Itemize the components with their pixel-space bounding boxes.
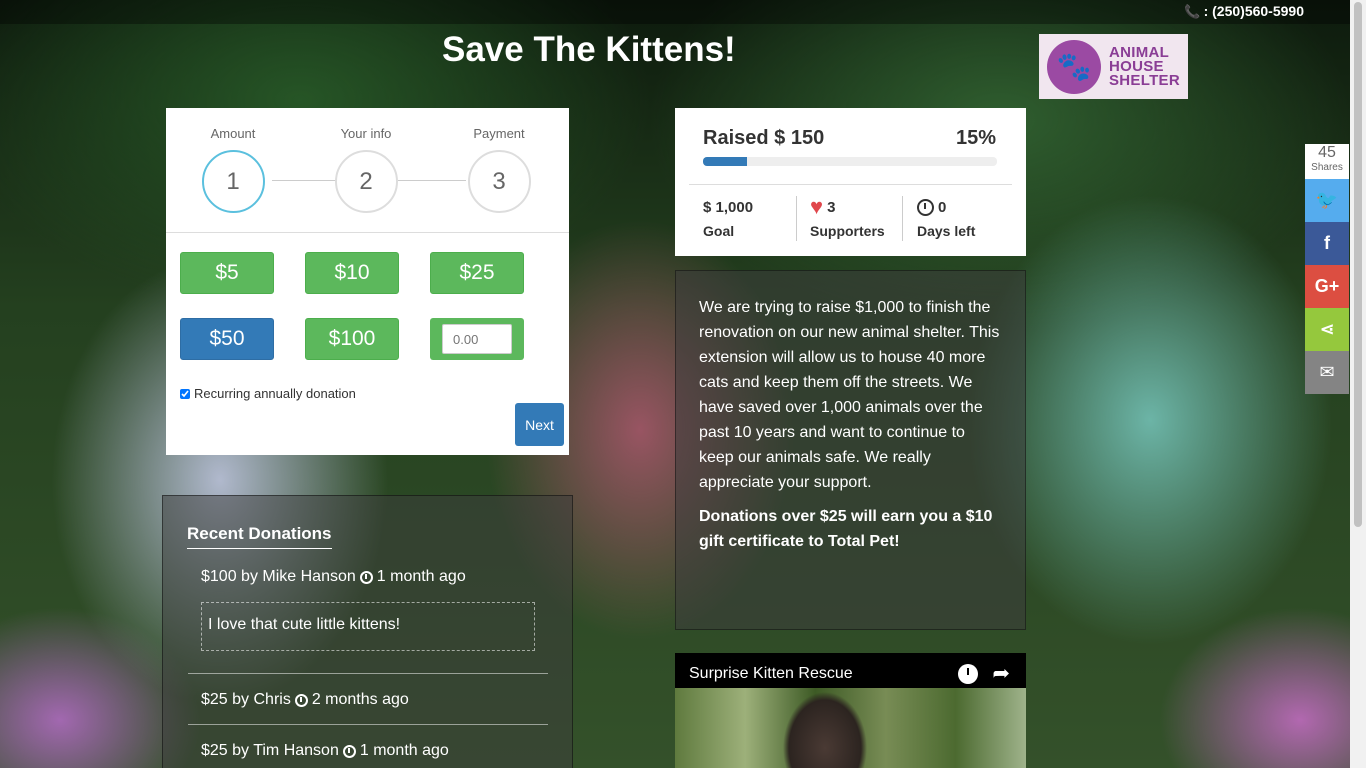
campaign-description: We are trying to raise $1,000 to finish …	[675, 270, 1026, 630]
donation-text: $25 by Tim Hanson	[201, 742, 339, 759]
donation-form: Amount 1 Your info 2 Payment 3 $5 $10 $2…	[166, 108, 569, 455]
supporters-label: Supporters	[810, 223, 885, 239]
stat-divider	[902, 196, 903, 241]
recurring-checkbox[interactable]	[180, 388, 190, 399]
facebook-share-button[interactable]: f	[1305, 222, 1349, 265]
share-count: 45 Shares	[1305, 144, 1349, 179]
days-left-label: Days left	[917, 223, 976, 239]
donation-time: 1 month ago	[376, 568, 466, 585]
phone-number[interactable]: 📞: (250)560-5990	[1184, 3, 1304, 20]
step-connector	[398, 180, 466, 181]
step-indicator: Amount 1 Your info 2 Payment 3	[166, 108, 569, 233]
paw-icon: 🐾	[1047, 39, 1101, 94]
donation-time: 2 months ago	[311, 691, 409, 708]
goal-stat: $ 1,000 Goal	[703, 196, 754, 240]
goal-value: $ 1,000	[703, 198, 754, 216]
page-title: Save The Kittens!	[442, 30, 736, 69]
scrollbar-thumb[interactable]	[1354, 2, 1362, 527]
amount-50-button[interactable]: $50	[180, 318, 274, 360]
share-share-button[interactable]: ⋖	[1305, 308, 1349, 351]
progress-bar-fill	[703, 157, 748, 166]
description-body: We are trying to raise $1,000 to finish …	[699, 299, 1000, 491]
fundraising-progress: Raised $ 150 15% $ 1,000 Goal ♥ 3 Support…	[675, 108, 1026, 256]
progress-bar	[703, 157, 997, 166]
watch-later-icon[interactable]	[958, 664, 978, 684]
next-button[interactable]: Next	[515, 403, 564, 446]
recent-donations-heading: Recent Donations	[187, 524, 332, 549]
donation-item: $100 by Mike Hanson 1 month ago	[201, 568, 466, 586]
heart-icon: ♥	[810, 194, 824, 219]
clock-icon	[917, 198, 934, 216]
supporters-value: 3	[827, 198, 836, 216]
share-count-value: 45	[1318, 144, 1336, 161]
facebook-icon: f	[1324, 233, 1330, 253]
step-number: 3	[467, 150, 531, 213]
donation-text: $100 by Mike Hanson	[201, 568, 356, 585]
amount-100-button[interactable]: $100	[305, 318, 399, 360]
video-player[interactable]: Surprise Kitten Rescue ➦	[675, 653, 1026, 768]
custom-amount-wrapper	[430, 318, 524, 360]
share-icon: ⋖	[1319, 319, 1335, 339]
share-buttons: 🐦 f G+ ⋖ ✉	[1305, 179, 1349, 394]
twitter-share-button[interactable]: 🐦	[1305, 179, 1349, 222]
google-plus-icon: G+	[1314, 276, 1340, 296]
recurring-label: Recurring annually donation	[194, 386, 356, 401]
step-amount[interactable]: Amount 1	[193, 126, 273, 213]
divider	[188, 673, 548, 674]
step-label: Payment	[473, 126, 525, 141]
step-label: Your info	[340, 126, 392, 141]
top-bar	[0, 0, 1350, 24]
scrollbar[interactable]	[1350, 0, 1366, 768]
days-left-stat: 0 Days left	[917, 196, 975, 239]
phone-icon: 📞	[1184, 4, 1201, 19]
supporters-stat: ♥ 3 Supporters	[810, 194, 885, 240]
raised-amount: Raised $ 150	[703, 127, 825, 149]
amount-5-button[interactable]: $5	[180, 252, 274, 294]
video-thumbnail[interactable]	[675, 688, 1026, 768]
step-number: 2	[334, 150, 398, 213]
donation-item: $25 by Tim Hanson 1 month ago	[201, 742, 449, 760]
share-count-label: Shares	[1311, 162, 1343, 173]
donation-text: $25 by Chris	[201, 691, 291, 708]
clock-icon	[342, 744, 356, 758]
donation-time: 1 month ago	[359, 742, 449, 759]
step-number: 1	[201, 150, 265, 213]
email-share-button[interactable]: ✉	[1305, 351, 1349, 394]
twitter-icon: 🐦	[1315, 190, 1339, 210]
goal-label: Goal	[703, 223, 735, 239]
amount-10-button[interactable]: $10	[305, 252, 399, 294]
raised-percent: 15%	[955, 127, 996, 149]
divider	[188, 724, 548, 725]
email-icon: ✉	[1319, 362, 1335, 382]
share-sidebar: 45 Shares 🐦 f G+ ⋖ ✉	[1305, 144, 1349, 394]
shelter-logo[interactable]: 🐾 ANIMAL HOUSE SHELTER	[1039, 34, 1188, 99]
step-your-info[interactable]: Your info 2	[326, 126, 406, 213]
video-title[interactable]: Surprise Kitten Rescue	[689, 665, 853, 683]
recent-donations-panel: Recent Donations $100 by Mike Hanson 1 m…	[162, 495, 573, 768]
google-plus-share-button[interactable]: G+	[1305, 265, 1349, 308]
custom-amount-input[interactable]	[442, 324, 512, 354]
donation-item: $25 by Chris 2 months ago	[201, 691, 409, 709]
clock-icon	[359, 570, 373, 584]
description-promo: Donations over $25 will earn you a $10 g…	[699, 508, 993, 550]
logo-line-3: SHELTER	[1109, 71, 1180, 89]
stat-divider	[796, 196, 797, 241]
clock-icon	[294, 693, 308, 707]
logo-text: ANIMAL HOUSE SHELTER	[1109, 45, 1180, 89]
step-payment[interactable]: Payment 3	[459, 126, 539, 213]
amount-25-button[interactable]: $25	[430, 252, 524, 294]
step-label: Amount	[210, 126, 256, 141]
days-left-value: 0	[938, 198, 947, 216]
phone-text: : (250)560-5990	[1203, 3, 1304, 19]
share-arrow-icon[interactable]: ➦	[992, 661, 1010, 686]
donation-comment: I love that cute little kittens!	[201, 602, 535, 651]
recurring-option[interactable]: Recurring annually donation	[180, 386, 356, 401]
divider	[689, 184, 1012, 185]
